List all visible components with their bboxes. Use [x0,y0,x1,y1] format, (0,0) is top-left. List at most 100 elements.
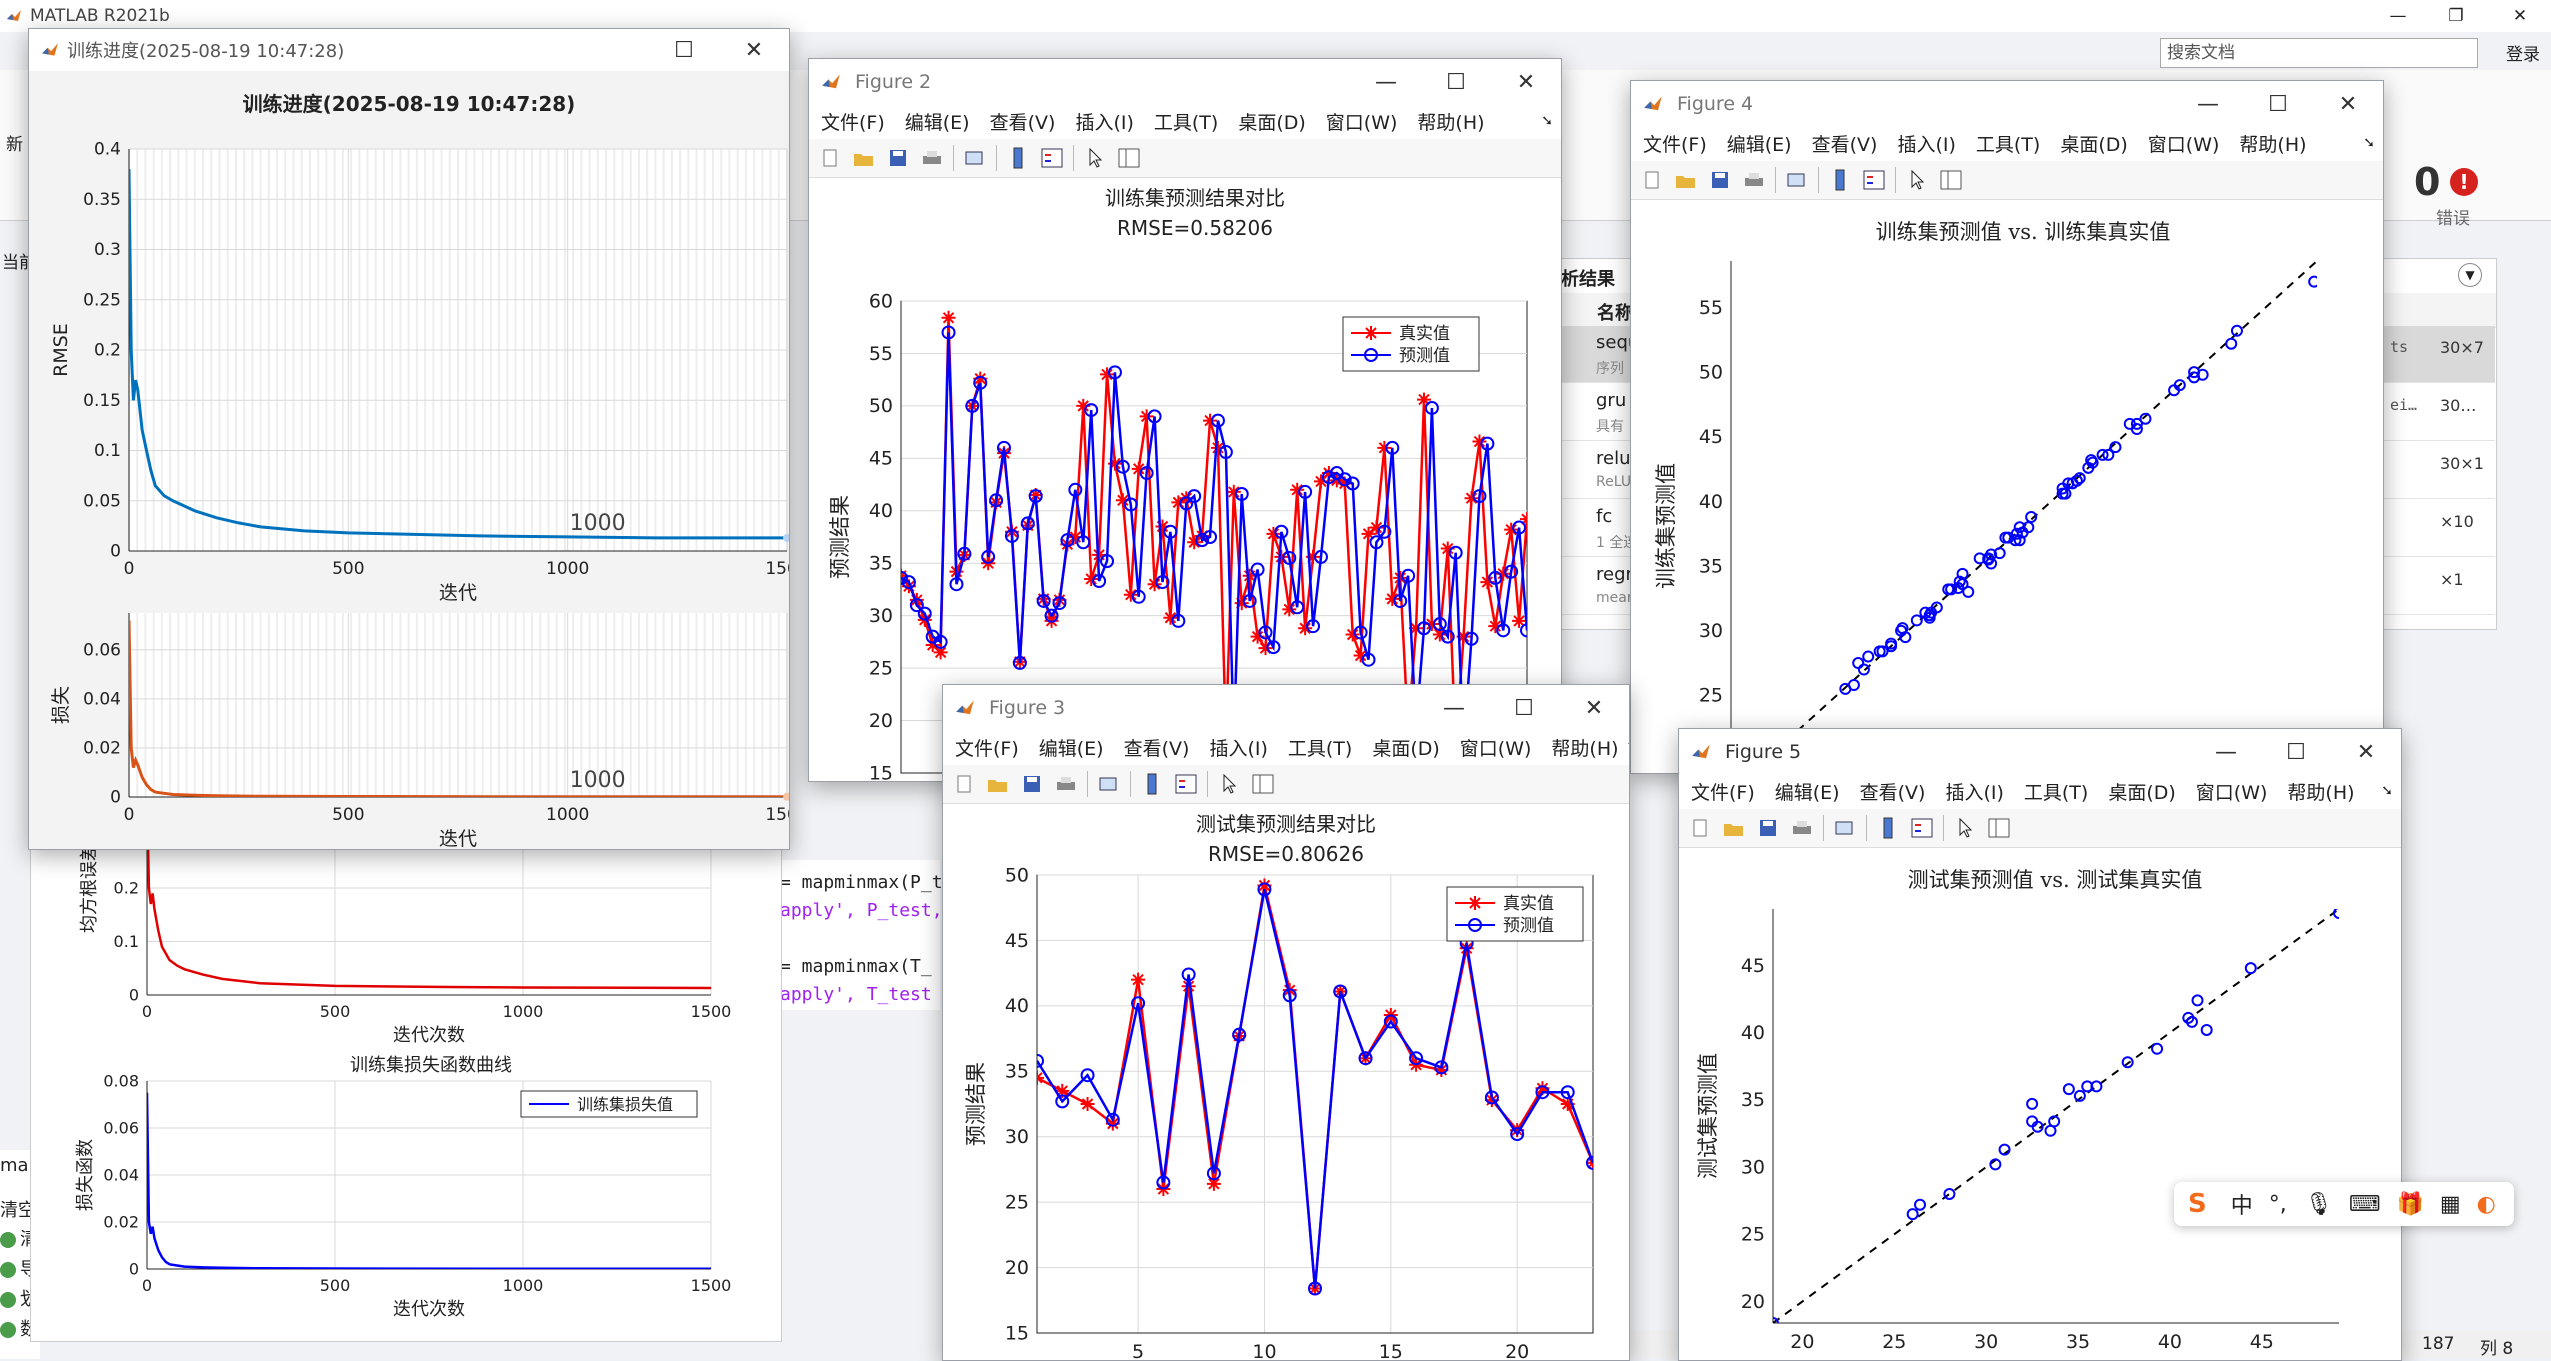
menu-item[interactable]: 桌面(D) [1238,108,1305,135]
menu-item[interactable]: 查看(V) [1124,734,1190,761]
pointer-icon[interactable] [1082,145,1108,171]
menu-item[interactable]: 帮助(H) [1417,108,1484,135]
menu-item[interactable]: 窗口(W) [1460,734,1532,761]
menu-item[interactable]: 文件(F) [1691,778,1755,805]
colorbar-icon[interactable] [1875,815,1901,841]
close-button[interactable]: ✕ [1559,685,1629,731]
save-icon[interactable] [885,145,911,171]
menu-item[interactable]: 插入(I) [1075,108,1133,135]
dock-arrow-icon[interactable]: ➘ [2381,783,2393,799]
ime-logo-icon[interactable]: S [2188,1189,2207,1219]
dock-arrow-icon[interactable]: ➘ [2363,135,2375,151]
menu-item[interactable]: 插入(I) [1897,130,1955,157]
link-plot-icon[interactable] [1832,815,1858,841]
menu-item[interactable]: 查看(V) [1860,778,1926,805]
save-icon[interactable] [1019,771,1045,797]
new-file-icon[interactable] [817,145,843,171]
print-icon[interactable] [1741,167,1767,193]
colorbar-icon[interactable] [1827,167,1853,193]
menu-item[interactable]: 编辑(E) [1775,778,1840,805]
legend-icon[interactable] [1039,145,1065,171]
legend-icon[interactable] [1173,771,1199,797]
menu-item[interactable]: 查看(V) [990,108,1056,135]
new-button[interactable]: 新 [6,130,23,155]
maximize-button[interactable]: ☐ [1421,59,1491,105]
close-button[interactable]: ✕ [2313,81,2383,127]
menu-item[interactable]: 帮助(H) [2287,778,2354,805]
colorbar-icon[interactable] [1005,145,1031,171]
menu-item[interactable]: 窗口(W) [1326,108,1398,135]
legend-icon[interactable] [1909,815,1935,841]
open-folder-icon[interactable] [1673,167,1699,193]
apps-grid-icon[interactable]: ▦ [2440,1192,2461,1217]
menu-item[interactable]: 桌面(D) [1372,734,1439,761]
new-file-icon[interactable] [951,771,977,797]
login-link[interactable]: 登录 [2506,40,2540,65]
menu-item[interactable]: 工具(T) [1976,130,2040,157]
pointer-icon[interactable] [1904,167,1930,193]
keyboard-icon[interactable]: ⌨ [2349,1192,2381,1217]
menu-item[interactable]: 查看(V) [1812,130,1878,157]
menu-item[interactable]: 帮助(H) [2239,130,2306,157]
menu-item[interactable]: 编辑(E) [1727,130,1792,157]
doc-search-input[interactable]: 搜索文档 [2160,38,2478,68]
link-plot-icon[interactable] [1096,771,1122,797]
open-folder-icon[interactable] [1721,815,1747,841]
menu-item[interactable]: 文件(F) [821,108,885,135]
minimize-button[interactable]: — [1419,685,1489,731]
print-icon[interactable] [1053,771,1079,797]
menu-item[interactable]: 窗口(W) [2196,778,2268,805]
property-inspector-icon[interactable] [1116,145,1142,171]
ime-mascot-icon[interactable]: ◐ [2477,1192,2496,1217]
menu-item[interactable]: 工具(T) [1288,734,1352,761]
menu-item[interactable]: 文件(F) [955,734,1019,761]
colorbar-icon[interactable] [1139,771,1165,797]
save-icon[interactable] [1707,167,1733,193]
open-folder-icon[interactable] [985,771,1011,797]
link-plot-icon[interactable] [1784,167,1810,193]
property-inspector-icon[interactable] [1250,771,1276,797]
pointer-icon[interactable] [1216,771,1242,797]
menu-item[interactable]: 帮助(H) [1551,734,1618,761]
minimize-button[interactable]: — [2191,729,2261,775]
menu-item[interactable]: 工具(T) [2024,778,2088,805]
maximize-button[interactable]: ☐ [649,29,719,73]
menu-item[interactable]: 文件(F) [1643,130,1707,157]
close-button[interactable]: ✕ [719,29,789,73]
maximize-button[interactable]: ☐ [2261,729,2331,775]
link-plot-icon[interactable] [962,145,988,171]
new-file-icon[interactable] [1687,815,1713,841]
analysis-tab[interactable]: 析结果 [1561,265,1615,291]
print-icon[interactable] [919,145,945,171]
property-inspector-icon[interactable] [1938,167,1964,193]
ime-language-toggle[interactable]: 中 [2231,1188,2253,1220]
property-inspector-icon[interactable] [1986,815,2012,841]
collapse-icon[interactable]: ▼ [2458,263,2482,287]
new-file-icon[interactable] [1639,167,1665,193]
menu-item[interactable]: 插入(I) [1945,778,2003,805]
maximize-button[interactable]: ☐ [2243,81,2313,127]
print-icon[interactable] [1789,815,1815,841]
menu-item[interactable]: 桌面(D) [2108,778,2175,805]
microphone-icon[interactable]: 🎙 [2305,1192,2333,1217]
skin-icon[interactable]: 🎁 [2396,1192,2423,1217]
menu-item[interactable]: 工具(T) [1154,108,1218,135]
dock-arrow-icon[interactable]: ➘ [1541,113,1553,129]
minimize-button[interactable]: — [2373,0,2423,32]
close-button[interactable]: ✕ [2331,729,2401,775]
close-button[interactable]: ✕ [2495,0,2545,32]
close-button[interactable]: ✕ [1491,59,1561,105]
menu-item[interactable]: 窗口(W) [2148,130,2220,157]
menu-item[interactable]: 桌面(D) [2060,130,2127,157]
dock-arrow-icon[interactable]: ➘ [1627,739,1629,755]
menu-item[interactable]: 编辑(E) [905,108,970,135]
legend-icon[interactable] [1861,167,1887,193]
pointer-icon[interactable] [1952,815,1978,841]
ime-punct-toggle[interactable]: °, [2269,1192,2287,1217]
open-folder-icon[interactable] [851,145,877,171]
menu-item[interactable]: 编辑(E) [1039,734,1104,761]
minimize-button[interactable]: — [2173,81,2243,127]
save-icon[interactable] [1755,815,1781,841]
menu-item[interactable]: 插入(I) [1209,734,1267,761]
maximize-button[interactable]: ☐ [1489,685,1559,731]
